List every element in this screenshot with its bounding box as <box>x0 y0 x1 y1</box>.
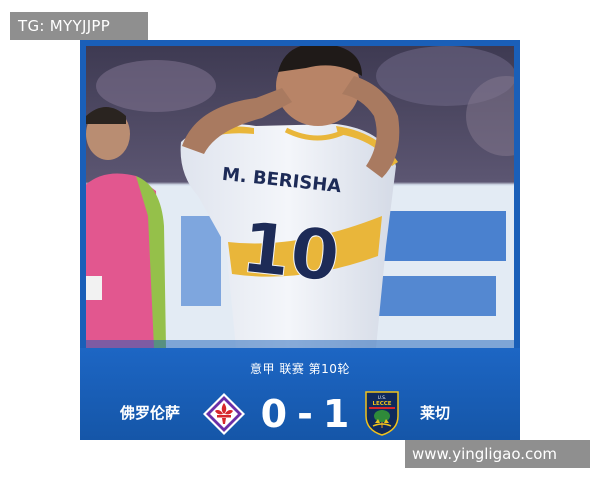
match-result-card: M. BERISHA 10 意甲 联赛 第10轮 佛罗伦萨 0 - 1 U.S.… <box>80 40 520 440</box>
jersey-number-text: 10 <box>238 206 343 298</box>
away-team-name: 莱切 <box>420 404 451 422</box>
league-round-label: 意甲 联赛 第10轮 <box>250 362 350 376</box>
home-score: 0 <box>260 392 288 436</box>
lecce-crest-label: U.S. <box>378 395 386 400</box>
site-watermark-badge: www.yingligao.com <box>405 440 590 468</box>
match-score: 0-1 <box>250 392 360 436</box>
away-score: 1 <box>322 392 350 436</box>
tg-watermark-badge: TG: MYYJJPP <box>10 12 148 40</box>
fiorentina-crest-icon <box>203 393 245 435</box>
score-bar: 意甲 联赛 第10轮 佛罗伦萨 0-1 U.S. LECCE 莱切 <box>80 348 520 440</box>
player-photo-illustration: M. BERISHA 10 <box>86 46 514 348</box>
page: TG: MYYJJPP M. BERISHA 10 意甲 联赛 第10轮 佛罗伦… <box>0 0 600 480</box>
home-team-name: 佛罗伦萨 <box>120 404 181 422</box>
score-separator: - <box>297 392 313 436</box>
match-photo: M. BERISHA 10 <box>86 46 514 348</box>
lecce-crest-icon: U.S. LECCE <box>365 391 399 436</box>
svg-text:LECCE: LECCE <box>372 401 391 407</box>
